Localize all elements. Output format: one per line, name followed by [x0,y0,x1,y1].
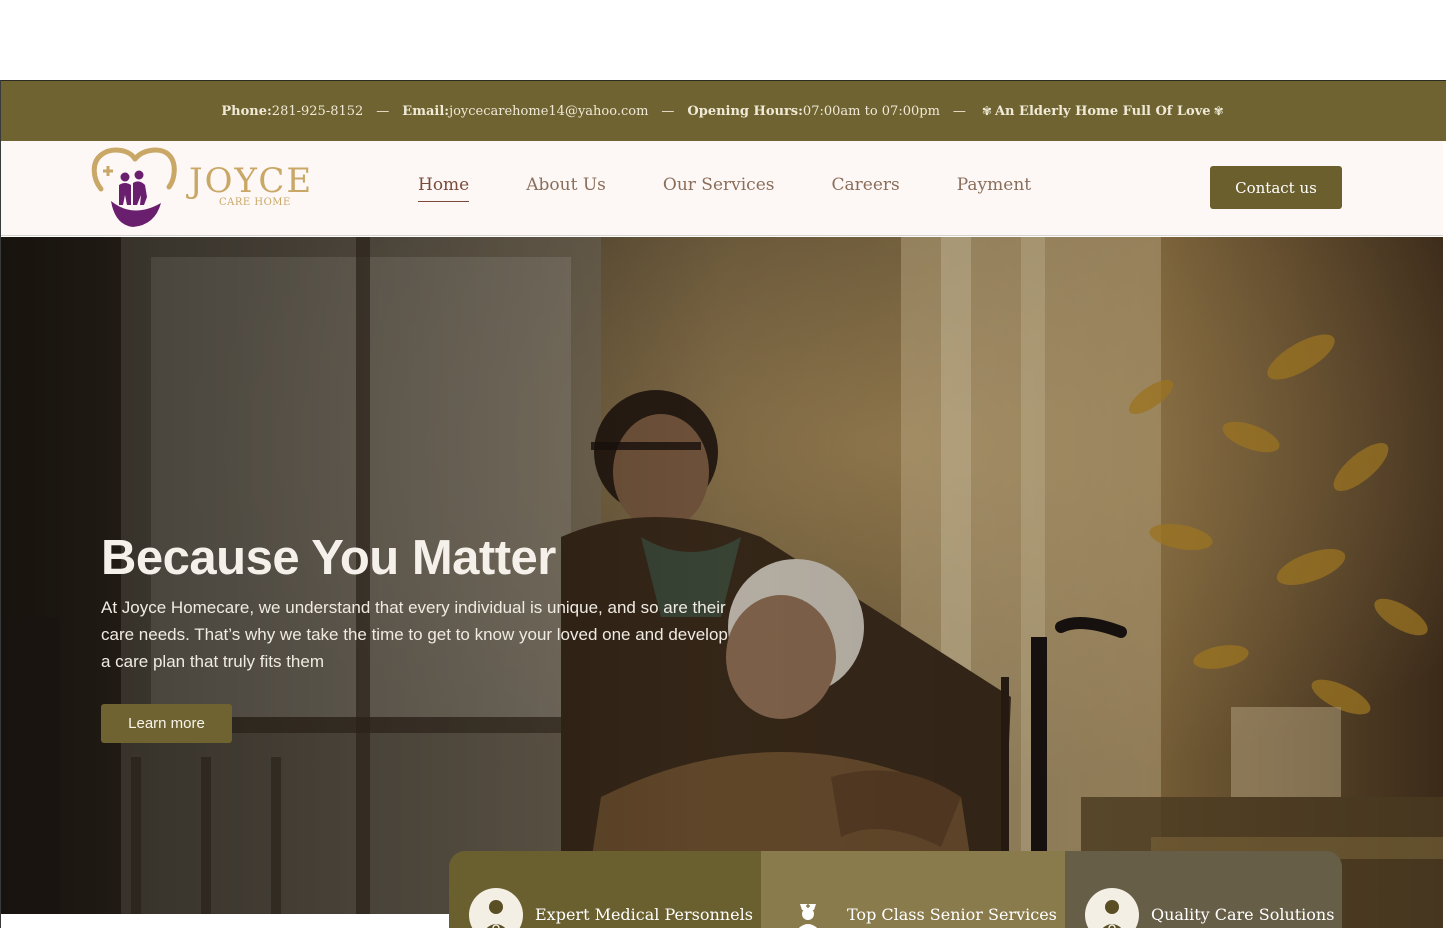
nav-payment[interactable]: Payment [957,175,1031,202]
top-info-bar: Phone:281-925-8152 — Email:joycecarehome… [1,80,1446,141]
feature-card-medical[interactable]: Expert Medical Personnels [449,851,761,928]
phone-info[interactable]: Phone:281-925-8152 [221,104,363,119]
site-logo[interactable]: JOYCE CARE HOME [89,145,311,229]
contact-us-button[interactable]: Contact us [1210,166,1342,209]
hero-text-block: Because You Matter At Joyce Homecare, we… [101,530,741,675]
main-navbar: JOYCE CARE HOME Home About Us Our Servic… [1,141,1443,236]
nav-our-services[interactable]: Our Services [663,175,775,202]
clover-icon: ✾ [981,103,992,118]
tagline: ✾ An Elderly Home Full Of Love ✾ [981,103,1224,119]
feature-card-quality-care[interactable]: Quality Care Solutions [1065,851,1342,928]
primary-nav: Home About Us Our Services Careers Payme… [418,175,1031,202]
hours-info: Opening Hours:07:00am to 07:00pm [687,103,940,119]
doctor-icon [1085,888,1139,928]
browser-viewport: Phone:281-925-8152 — Email:joycecarehome… [0,80,1446,928]
logo-heart-icon [91,147,177,227]
features-bar: Expert Medical Personnels Top Class Seni… [449,851,1342,928]
page-bottom-strip [1,914,449,928]
feature-card-senior-services[interactable]: Top Class Senior Services [761,851,1065,928]
nav-careers[interactable]: Careers [832,175,900,202]
nav-about-us[interactable]: About Us [526,175,606,202]
nurse-icon [791,898,825,928]
email-info[interactable]: Email:joycecarehome14@yahoo.com [402,104,648,119]
nav-home[interactable]: Home [418,175,470,202]
hero-section: Because You Matter At Joyce Homecare, we… [1,237,1443,928]
learn-more-button[interactable]: Learn more [101,704,232,743]
hero-description: At Joyce Homecare, we understand that ev… [101,598,728,671]
doctor-icon [469,888,523,928]
clover-icon: ✾ [1213,103,1224,118]
hero-title: Because You Matter [101,531,556,585]
